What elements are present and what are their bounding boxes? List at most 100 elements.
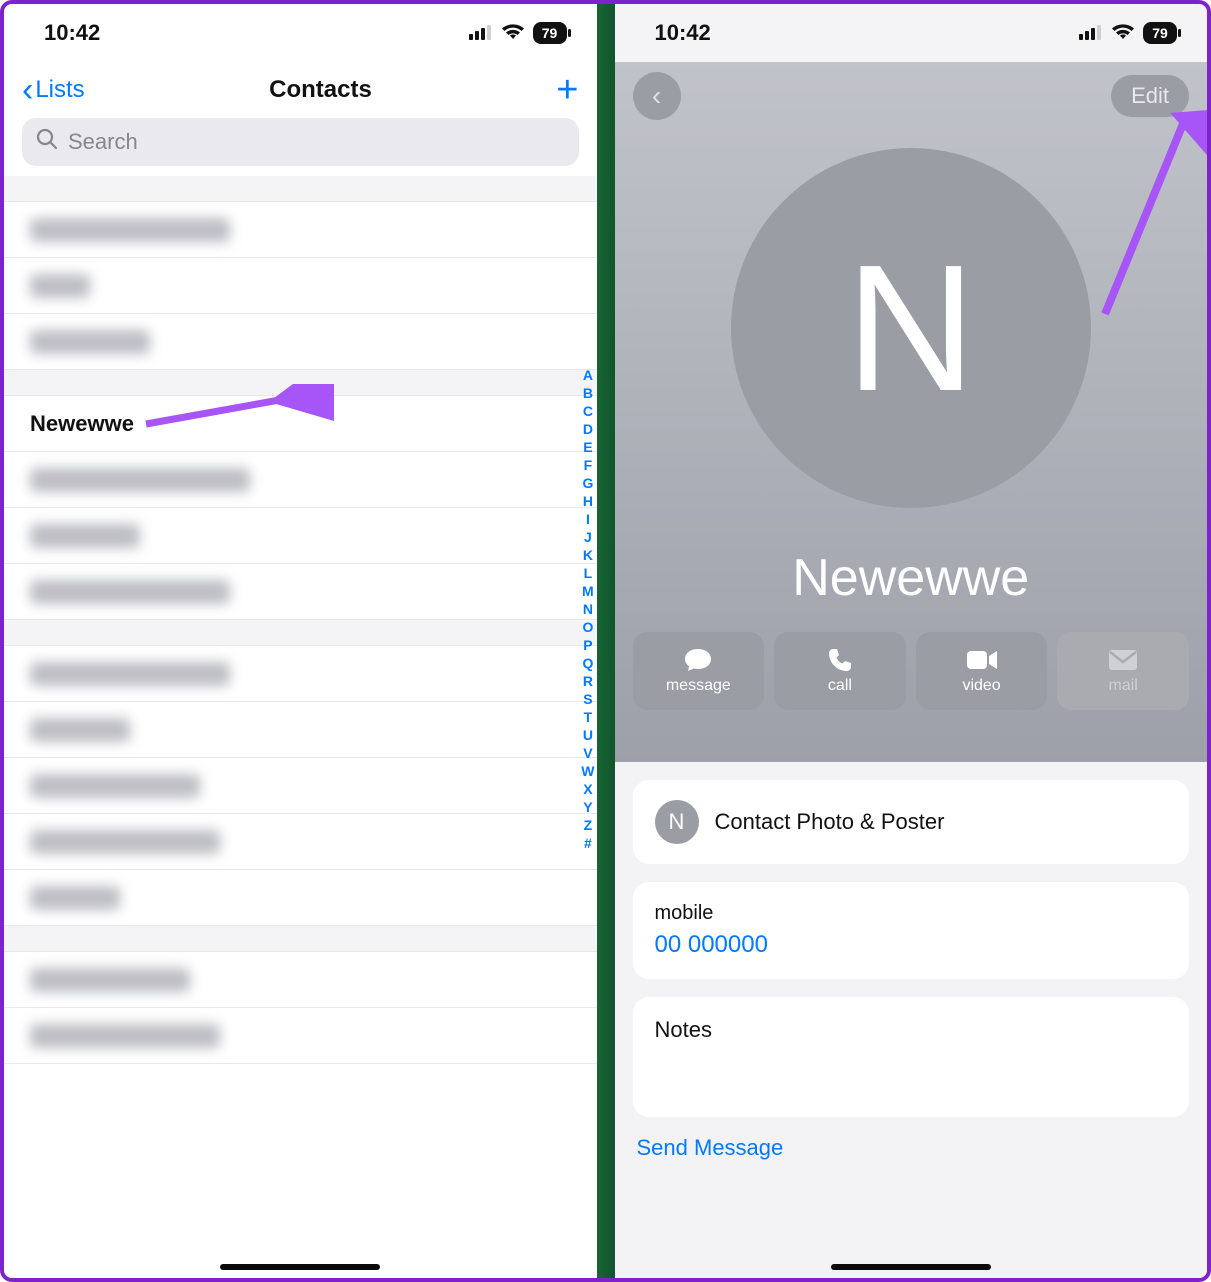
search-input[interactable]: Search [22,118,579,166]
notes-card[interactable]: Notes [633,997,1190,1117]
section-header [4,926,597,952]
index-letter[interactable]: D [583,420,593,438]
index-letter[interactable]: M [582,582,594,600]
contact-detail-screen: 10:42 79 ‹ Edit [615,4,1208,1278]
phone-type-label: mobile [655,902,1168,925]
index-letter[interactable]: C [583,402,593,420]
section-header [4,176,597,202]
search-placeholder: Search [68,129,138,155]
index-letter[interactable]: F [584,456,593,474]
index-letter[interactable]: W [581,762,594,780]
home-indicator[interactable] [831,1264,991,1270]
message-icon [683,647,713,673]
index-letter[interactable]: G [582,474,593,492]
call-button[interactable]: call [774,632,906,710]
index-letter[interactable]: U [583,726,593,744]
contact-row-redacted[interactable] [4,1008,597,1064]
screenshot-divider [597,4,615,1278]
cards-area[interactable]: N Contact Photo & Poster mobile 00 00000… [615,762,1208,1278]
index-letter[interactable]: L [584,564,593,582]
contact-row-newewwe[interactable]: Newewwe [4,396,597,452]
phone-number-value: 00 000000 [655,931,1168,959]
contact-row-redacted[interactable] [4,314,597,370]
video-label: video [962,677,1000,695]
status-time: 10:42 [44,20,100,46]
contact-row-redacted[interactable] [4,508,597,564]
send-message-label: Send Message [637,1135,784,1160]
message-label: message [666,677,731,695]
wifi-icon [501,20,525,46]
cellular-icon [469,20,493,46]
add-contact-button[interactable]: + [556,71,578,109]
edit-button[interactable]: Edit [1111,75,1189,117]
index-letter[interactable]: Q [582,654,593,672]
index-letter[interactable]: Y [583,798,592,816]
message-button[interactable]: message [633,632,765,710]
contact-photo-label: Contact Photo & Poster [715,809,945,835]
mail-label: mail [1109,677,1138,695]
mini-avatar-initial: N [669,809,685,835]
action-row: message call video [615,632,1208,710]
contact-row-redacted[interactable] [4,452,597,508]
status-bar: 10:42 79 [4,4,597,62]
chevron-left-icon: ‹ [652,80,661,112]
index-letter[interactable]: A [583,366,593,384]
index-letter[interactable]: Z [584,816,593,834]
video-icon [966,647,998,673]
avatar-initial: N [846,225,976,432]
contact-row-redacted[interactable] [4,646,597,702]
back-lists-button[interactable]: ‹ Lists [22,73,85,107]
page-title: Contacts [269,76,372,104]
contact-row-redacted[interactable] [4,814,597,870]
index-letter[interactable]: # [584,834,592,852]
contact-name-label: Newewwe [30,411,134,437]
mail-button: mail [1057,632,1189,710]
index-letter[interactable]: V [583,744,592,762]
video-button[interactable]: video [916,632,1048,710]
contact-row-redacted[interactable] [4,702,597,758]
contacts-list-screen: 10:42 79 ‹ Lists Contacts + [4,4,597,1278]
status-time: 10:42 [655,20,711,46]
back-button[interactable]: ‹ [633,72,681,120]
contact-row-redacted[interactable] [4,758,597,814]
index-letter[interactable]: H [583,492,593,510]
index-letter[interactable]: J [584,528,592,546]
index-letter[interactable]: N [583,600,593,618]
index-letter[interactable]: O [582,618,593,636]
phone-number-card[interactable]: mobile 00 000000 [633,882,1190,979]
home-indicator[interactable] [220,1264,380,1270]
contact-row-redacted[interactable] [4,564,597,620]
section-header [4,620,597,646]
call-label: call [828,677,852,695]
index-letter[interactable]: B [583,384,593,402]
contact-row-redacted[interactable] [4,202,597,258]
mail-icon [1108,647,1138,673]
wifi-icon [1111,20,1135,46]
battery-icon: 79 [1143,22,1177,44]
contact-photo-poster-row[interactable]: N Contact Photo & Poster [633,780,1190,864]
index-letter[interactable]: T [584,708,593,726]
index-letter[interactable]: X [583,780,592,798]
index-letter[interactable]: P [583,636,592,654]
contact-row-redacted[interactable] [4,952,597,1008]
chevron-left-icon: ‹ [22,73,33,107]
index-letter[interactable]: R [583,672,593,690]
index-letter[interactable]: K [583,546,593,564]
status-bar: 10:42 79 [615,4,1208,62]
alpha-index[interactable]: ABCDEFGHIJKLMNOPQRSTUVWXYZ# [581,366,594,852]
cellular-icon [1079,20,1103,46]
contact-name: Newewwe [615,548,1208,608]
send-message-link[interactable]: Send Message [633,1135,1190,1161]
section-header [4,370,597,396]
notes-label: Notes [655,1017,712,1042]
edit-label: Edit [1131,83,1169,108]
mini-avatar: N [655,800,699,844]
contact-row-redacted[interactable] [4,870,597,926]
index-letter[interactable]: I [586,510,590,528]
index-letter[interactable]: S [583,690,592,708]
battery-icon: 79 [533,22,567,44]
index-letter[interactable]: E [583,438,592,456]
contact-avatar[interactable]: N [731,148,1091,508]
contacts-list[interactable]: Newewwe ABCDEFGHIJKLMNOPQRSTUVWXYZ# [4,176,597,1278]
contact-row-redacted[interactable] [4,258,597,314]
